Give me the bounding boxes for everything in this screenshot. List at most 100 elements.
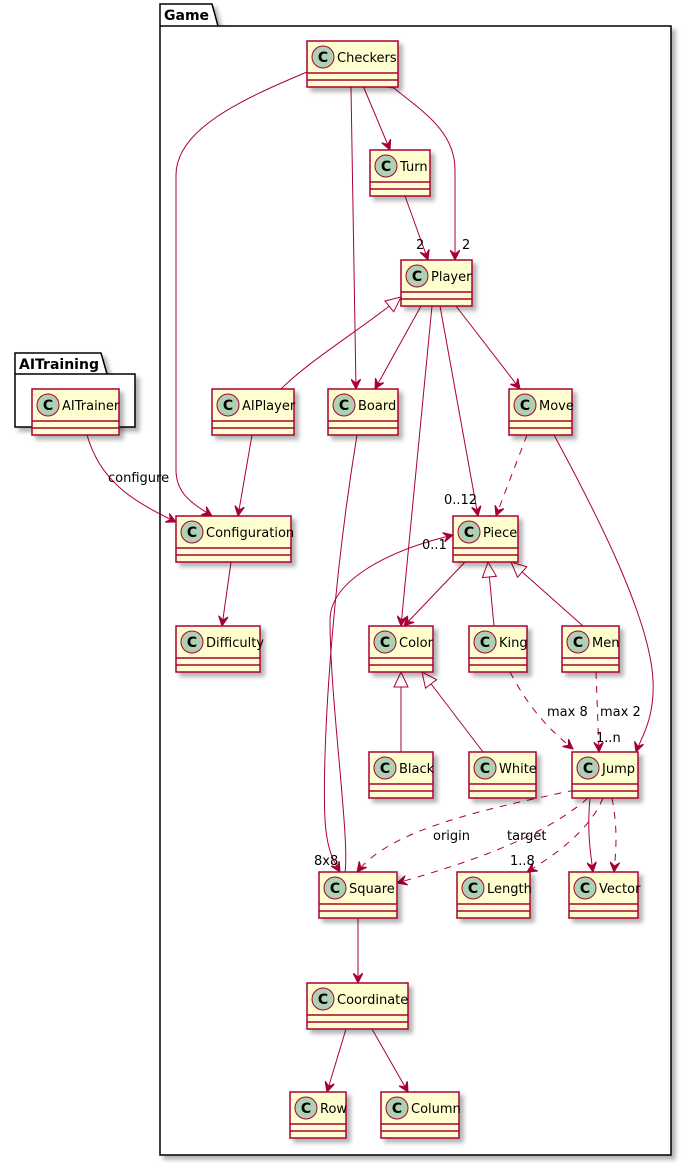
class-icon: C (311, 987, 335, 1011)
class-king[interactable]: C King (468, 625, 528, 673)
class-icon: C (385, 1096, 409, 1120)
class-board[interactable]: C Board (327, 388, 399, 436)
class-aiplayer[interactable]: C AIPlayer (211, 388, 296, 436)
class-icon: C (576, 756, 600, 780)
class-icon-letter: C (392, 1101, 402, 1117)
class-black[interactable]: C Black (368, 751, 435, 799)
class-difficulty[interactable]: C Difficulty (175, 625, 264, 673)
class-icon-letter: C (573, 635, 583, 651)
class-icon-letter: C (583, 761, 593, 777)
class-piece[interactable]: C Piece (452, 515, 519, 563)
class-icon: C (461, 876, 485, 900)
class-name: King (499, 636, 528, 651)
class-column[interactable]: C Column (380, 1091, 461, 1139)
class-aitrainer[interactable]: C AITrainer (31, 388, 120, 436)
class-vector[interactable]: C Vector (568, 871, 641, 919)
class-name: Player (431, 270, 472, 285)
class-jump[interactable]: C Jump (571, 751, 639, 799)
class-icon: C (513, 393, 537, 417)
class-name: Difficulty (206, 636, 264, 651)
class-icon-letter: C (187, 525, 197, 541)
class-icon: C (373, 630, 397, 654)
class-men[interactable]: C Men (561, 625, 620, 673)
class-icon-letter: C (464, 525, 474, 541)
class-icon-letter: C (43, 398, 53, 414)
class-icon-letter: C (318, 50, 328, 66)
class-icon: C (374, 154, 398, 178)
class-icon-letter: C (380, 761, 390, 777)
class-name: Color (399, 636, 434, 651)
class-player[interactable]: C Player (400, 259, 473, 307)
class-coordinate[interactable]: C Coordinate (306, 982, 409, 1030)
class-icon: C (473, 630, 497, 654)
class-name: Coordinate (337, 993, 408, 1008)
label-origin: origin (433, 829, 470, 844)
class-icon-letter: C (381, 159, 391, 175)
class-icon-letter: C (520, 398, 530, 414)
class-icon: C (180, 630, 204, 654)
class-icon: C (323, 876, 347, 900)
class-checkers[interactable]: C Checkers (306, 40, 399, 88)
class-turn[interactable]: C Turn (369, 149, 431, 197)
class-row[interactable]: C Row (289, 1091, 347, 1139)
class-name: Piece (483, 526, 517, 541)
class-icon-letter: C (301, 1101, 311, 1117)
label-men-jump: max 2 (600, 705, 641, 720)
class-icon: C (180, 520, 204, 544)
class-icon-letter: C (580, 881, 590, 897)
class-name: Row (320, 1102, 347, 1117)
class-name: Men (592, 636, 619, 651)
class-name: Length (487, 882, 532, 897)
class-icon: C (373, 756, 397, 780)
class-icon: C (36, 393, 60, 417)
label-length-mult: 1..8 (510, 854, 535, 869)
class-white[interactable]: C White (468, 751, 537, 799)
label-king-jump: max 8 (547, 705, 588, 720)
label-player-piece-mult: 0..12 (444, 493, 477, 508)
class-move[interactable]: C Move (508, 388, 574, 436)
label-configure: configure (108, 471, 169, 486)
class-icon: C (566, 630, 590, 654)
class-icon: C (294, 1096, 318, 1120)
class-name: AITrainer (62, 399, 120, 414)
package-game-name: Game (164, 8, 209, 24)
class-diagram: Game AITraining 2 2 configure 0..12 0..1… (14, 3, 672, 1156)
class-icon: C (311, 45, 335, 69)
label-board-square-mult: 8x8 (314, 854, 338, 869)
class-icon-letter: C (412, 269, 422, 285)
class-icon-letter: C (380, 635, 390, 651)
class-name: Configuration (206, 526, 294, 541)
class-name: White (499, 762, 537, 777)
class-icon: C (216, 393, 240, 417)
class-icon: C (573, 876, 597, 900)
class-icon-letter: C (330, 881, 340, 897)
class-icon-letter: C (223, 398, 233, 414)
label-target: target (507, 829, 547, 844)
class-icon-letter: C (187, 635, 197, 651)
class-color[interactable]: C Color (368, 625, 434, 673)
class-icon-letter: C (339, 398, 349, 414)
class-name: Board (358, 399, 396, 414)
class-square[interactable]: C Square (318, 871, 398, 919)
class-icon-letter: C (468, 881, 478, 897)
class-icon: C (473, 756, 497, 780)
class-icon-letter: C (480, 761, 490, 777)
class-icon: C (405, 264, 429, 288)
class-icon: C (332, 393, 356, 417)
class-name: AIPlayer (242, 399, 296, 414)
class-name: Black (399, 762, 435, 777)
class-length[interactable]: C Length (456, 871, 532, 919)
class-name: Checkers (337, 51, 397, 66)
class-configuration[interactable]: C Configuration (175, 515, 294, 563)
class-name: Move (539, 399, 574, 414)
label-jump-mult: 1..n (596, 731, 621, 746)
package-ai-training-name: AITraining (19, 357, 99, 373)
class-name: Column (411, 1102, 461, 1117)
class-icon-letter: C (480, 635, 490, 651)
label-square-piece-mult: 0..1 (422, 538, 447, 553)
class-name: Vector (599, 882, 641, 897)
class-name: Jump (601, 762, 635, 777)
class-icon: C (457, 520, 481, 544)
class-name: Turn (399, 160, 428, 175)
label-checkers-player-mult: 2 (462, 238, 470, 253)
